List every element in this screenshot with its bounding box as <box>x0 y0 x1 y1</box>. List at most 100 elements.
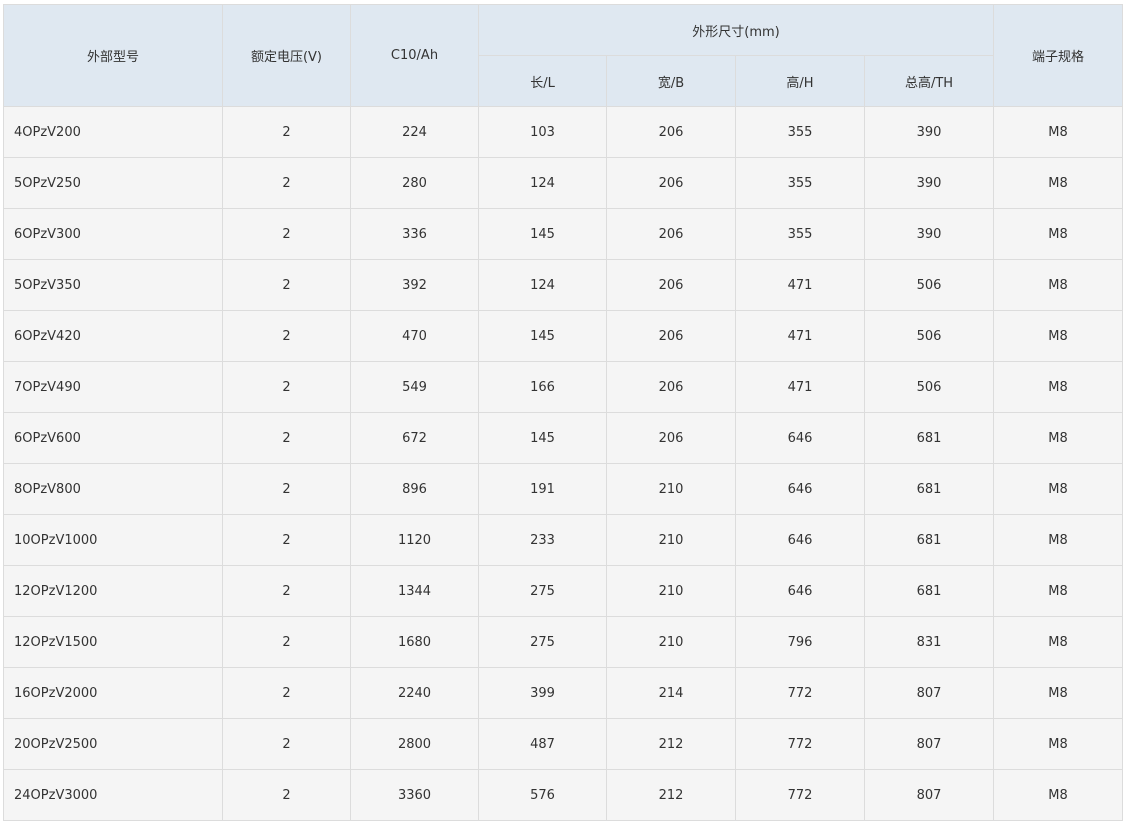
cell-terminal: M8 <box>993 463 1124 515</box>
cell-height: 772 <box>735 718 865 770</box>
cell-length: 191 <box>478 463 607 515</box>
header-model: 外部型号 <box>3 4 223 107</box>
cell-voltage: 2 <box>222 463 351 515</box>
cell-terminal: M8 <box>993 157 1124 209</box>
cell-capacity: 470 <box>350 310 479 362</box>
cell-capacity: 672 <box>350 412 479 464</box>
cell-capacity: 224 <box>350 106 479 158</box>
cell-terminal: M8 <box>993 412 1124 464</box>
cell-terminal: M8 <box>993 514 1124 566</box>
cell-capacity: 336 <box>350 208 479 260</box>
cell-model: 20OPzV2500 <box>3 718 223 770</box>
cell-length: 233 <box>478 514 607 566</box>
cell-width: 206 <box>606 361 736 413</box>
header-dimensions-group: 外形尺寸(mm) <box>477 4 995 56</box>
cell-total-height: 807 <box>863 667 995 719</box>
cell-terminal: M8 <box>993 565 1124 617</box>
cell-height: 355 <box>735 208 865 260</box>
cell-terminal: M8 <box>993 667 1124 719</box>
cell-length: 145 <box>478 208 607 260</box>
table-row: 12OPzV1200 2 1344 275 210 646 681 M8 <box>3 565 1124 617</box>
cell-model: 10OPzV1000 <box>3 514 223 566</box>
cell-width: 212 <box>606 718 736 770</box>
cell-voltage: 2 <box>222 208 351 260</box>
cell-model: 12OPzV1200 <box>3 565 223 617</box>
cell-capacity: 549 <box>350 361 479 413</box>
cell-model: 6OPzV300 <box>3 208 223 260</box>
cell-width: 214 <box>606 667 736 719</box>
cell-voltage: 2 <box>222 157 351 209</box>
cell-total-height: 681 <box>863 514 995 566</box>
cell-height: 355 <box>735 106 865 158</box>
table-header: 外部型号 额定电压(V) C10/Ah 外形尺寸(mm) 端子规格 长/L 宽/… <box>3 4 1124 107</box>
cell-height: 772 <box>735 769 865 821</box>
cell-terminal: M8 <box>993 259 1124 311</box>
cell-width: 206 <box>606 259 736 311</box>
cell-width: 206 <box>606 310 736 362</box>
table-row: 5OPzV350 2 392 124 206 471 506 M8 <box>3 259 1124 311</box>
cell-total-height: 681 <box>863 463 995 515</box>
cell-voltage: 2 <box>222 667 351 719</box>
cell-length: 124 <box>478 157 607 209</box>
cell-total-height: 390 <box>863 106 995 158</box>
cell-total-height: 807 <box>863 769 995 821</box>
cell-terminal: M8 <box>993 208 1124 260</box>
cell-model: 5OPzV350 <box>3 259 223 311</box>
cell-length: 399 <box>478 667 607 719</box>
cell-total-height: 831 <box>863 616 995 668</box>
cell-terminal: M8 <box>993 310 1124 362</box>
cell-voltage: 2 <box>222 769 351 821</box>
cell-capacity: 1344 <box>350 565 479 617</box>
table-row: 16OPzV2000 2 2240 399 214 772 807 M8 <box>3 667 1124 719</box>
cell-capacity: 2800 <box>350 718 479 770</box>
table-row: 7OPzV490 2 549 166 206 471 506 M8 <box>3 361 1124 413</box>
battery-spec-table-container: 外部型号 额定电压(V) C10/Ah 外形尺寸(mm) 端子规格 长/L 宽/… <box>3 4 1124 821</box>
header-length: 长/L <box>478 55 607 107</box>
battery-spec-table: 外部型号 额定电压(V) C10/Ah 外形尺寸(mm) 端子规格 长/L 宽/… <box>3 4 1124 821</box>
cell-width: 210 <box>606 463 736 515</box>
cell-width: 210 <box>606 616 736 668</box>
cell-total-height: 807 <box>863 718 995 770</box>
cell-voltage: 2 <box>222 514 351 566</box>
cell-voltage: 2 <box>222 616 351 668</box>
cell-height: 646 <box>735 514 865 566</box>
table-row: 6OPzV420 2 470 145 206 471 506 M8 <box>3 310 1124 362</box>
cell-total-height: 506 <box>863 310 995 362</box>
cell-length: 103 <box>478 106 607 158</box>
cell-height: 646 <box>735 565 865 617</box>
cell-model: 6OPzV420 <box>3 310 223 362</box>
table-row: 5OPzV250 2 280 124 206 355 390 M8 <box>3 157 1124 209</box>
cell-total-height: 390 <box>863 208 995 260</box>
table-row: 24OPzV3000 2 3360 576 212 772 807 M8 <box>3 769 1124 821</box>
table-row: 10OPzV1000 2 1120 233 210 646 681 M8 <box>3 514 1124 566</box>
cell-length: 145 <box>478 412 607 464</box>
header-row-top: 外部型号 额定电压(V) C10/Ah 外形尺寸(mm) 端子规格 <box>3 4 1124 107</box>
cell-voltage: 2 <box>222 565 351 617</box>
cell-length: 487 <box>478 718 607 770</box>
cell-length: 275 <box>478 565 607 617</box>
cell-capacity: 896 <box>350 463 479 515</box>
table-row: 8OPzV800 2 896 191 210 646 681 M8 <box>3 463 1124 515</box>
cell-capacity: 1120 <box>350 514 479 566</box>
table-row: 20OPzV2500 2 2800 487 212 772 807 M8 <box>3 718 1124 770</box>
cell-total-height: 506 <box>863 361 995 413</box>
cell-length: 145 <box>478 310 607 362</box>
cell-height: 772 <box>735 667 865 719</box>
cell-model: 5OPzV250 <box>3 157 223 209</box>
cell-width: 206 <box>606 157 736 209</box>
cell-width: 212 <box>606 769 736 821</box>
cell-terminal: M8 <box>993 616 1124 668</box>
cell-height: 471 <box>735 259 865 311</box>
cell-voltage: 2 <box>222 310 351 362</box>
cell-width: 210 <box>606 565 736 617</box>
cell-capacity: 280 <box>350 157 479 209</box>
cell-model: 16OPzV2000 <box>3 667 223 719</box>
table-body: 4OPzV200 2 224 103 206 355 390 M8 5OPzV250 2 280 12… <box>3 106 1124 821</box>
cell-length: 275 <box>478 616 607 668</box>
cell-model: 7OPzV490 <box>3 361 223 413</box>
cell-total-height: 681 <box>863 412 995 464</box>
cell-model: 6OPzV600 <box>3 412 223 464</box>
cell-length: 124 <box>478 259 607 311</box>
cell-voltage: 2 <box>222 361 351 413</box>
cell-width: 206 <box>606 106 736 158</box>
